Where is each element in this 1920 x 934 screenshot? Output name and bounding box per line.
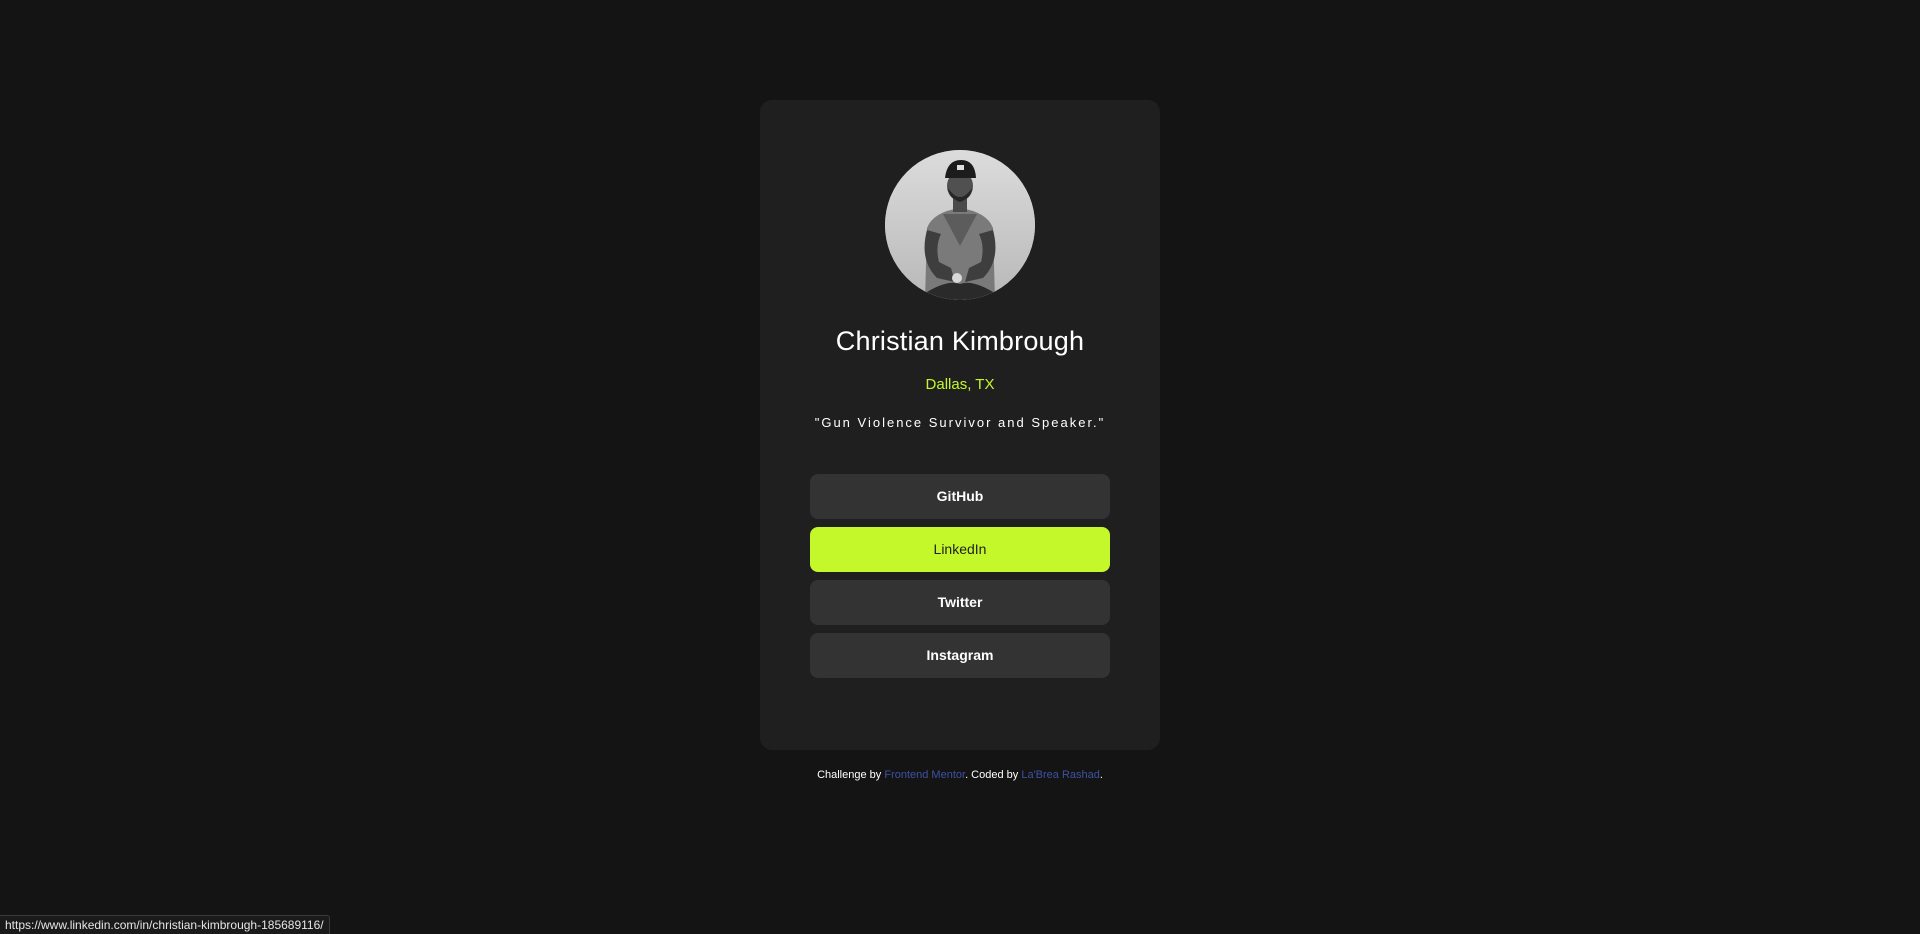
- frontend-mentor-link[interactable]: Frontend Mentor: [884, 769, 965, 781]
- attribution-footer: Challenge by Frontend Mentor. Coded by L…: [0, 769, 1920, 781]
- linkedin-link-button[interactable]: LinkedIn: [810, 527, 1110, 572]
- twitter-link-button[interactable]: Twitter: [810, 580, 1110, 625]
- footer-middle: . Coded by: [965, 769, 1022, 781]
- page: Christian Kimbrough Dallas, TX "Gun Viol…: [0, 0, 1920, 934]
- instagram-link-button[interactable]: Instagram: [810, 633, 1110, 678]
- person-portrait-icon: [885, 150, 1035, 300]
- profile-name: Christian Kimbrough: [835, 326, 1085, 356]
- github-link-button[interactable]: GitHub: [810, 474, 1110, 519]
- footer-prefix: Challenge by: [817, 769, 885, 781]
- profile-card: Christian Kimbrough Dallas, TX "Gun Viol…: [760, 100, 1160, 750]
- social-links: GitHub LinkedIn Twitter Instagram: [810, 474, 1110, 686]
- footer-suffix: .: [1099, 769, 1103, 781]
- author-link[interactable]: La'Brea Rashad: [1021, 769, 1100, 781]
- avatar: [885, 150, 1035, 300]
- profile-quote: "Gun Violence Survivor and Speaker.": [814, 415, 1106, 430]
- profile-location: Dallas, TX: [925, 376, 995, 393]
- browser-status-bar: https://www.linkedin.com/in/christian-ki…: [0, 915, 330, 934]
